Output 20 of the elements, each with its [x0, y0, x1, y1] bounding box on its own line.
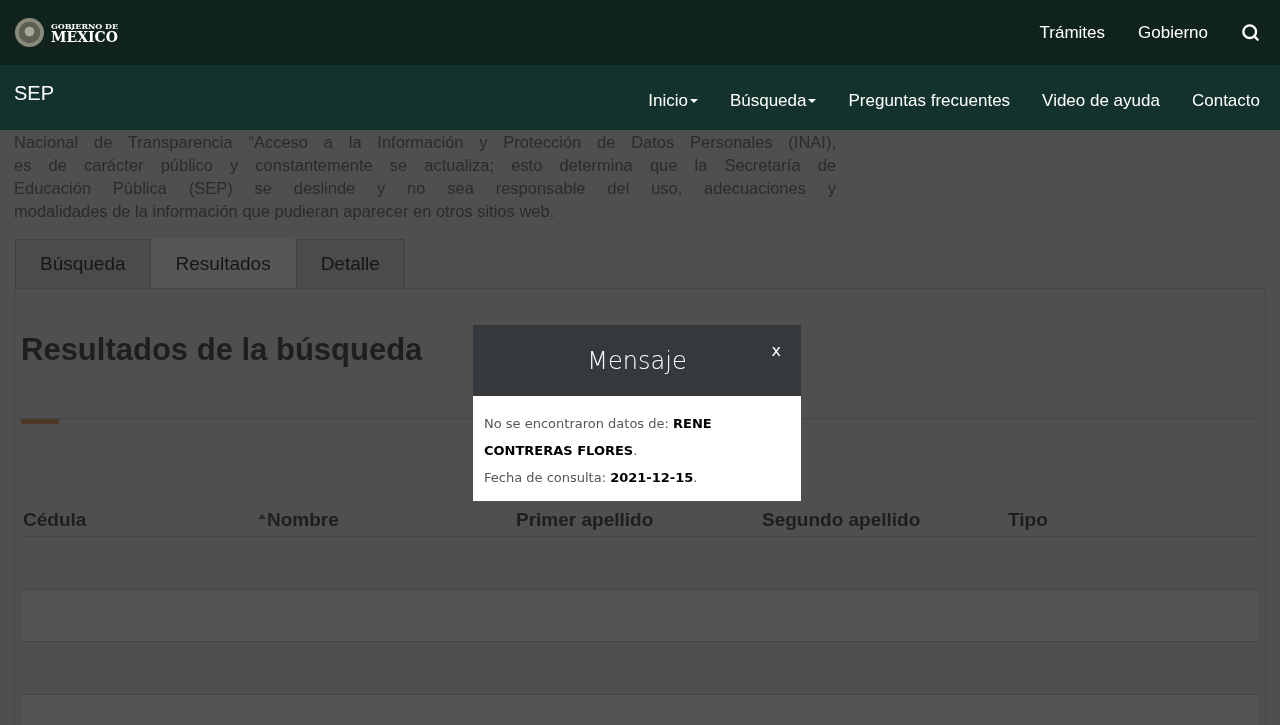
search-icon[interactable] — [1241, 23, 1260, 42]
title-underline — [21, 418, 59, 424]
caret-icon — [689, 98, 698, 103]
dialog-title: Mensaje — [587, 345, 687, 377]
logo-text: GOBIERNO DE — [51, 21, 119, 30]
nav-link[interactable]: Video de ayuda — [1042, 87, 1160, 114]
caret-icon — [808, 98, 817, 103]
dialog-text: No se encontraron datos de: RENE CONTRERAS FLORES. — [484, 415, 713, 460]
dialog-text: Fecha de consulta: 2021-12-15. — [484, 469, 699, 487]
nav-link[interactable]: Inicio — [648, 87, 698, 114]
top-link[interactable]: Trámites — [1039, 19, 1106, 46]
sort-icon — [258, 514, 266, 519]
emblem-icon — [14, 17, 45, 48]
nav-link[interactable]: Preguntas frecuentes — [848, 87, 1011, 114]
top-link[interactable]: Gobierno — [1138, 19, 1208, 46]
nav-link[interactable]: Búsqueda — [729, 87, 817, 114]
close-button[interactable]: x — [771, 339, 781, 363]
brand-text[interactable]: SEP — [14, 77, 55, 108]
logo-text: MÉXICO — [51, 29, 119, 44]
nav-link[interactable]: Contacto — [1191, 87, 1260, 114]
